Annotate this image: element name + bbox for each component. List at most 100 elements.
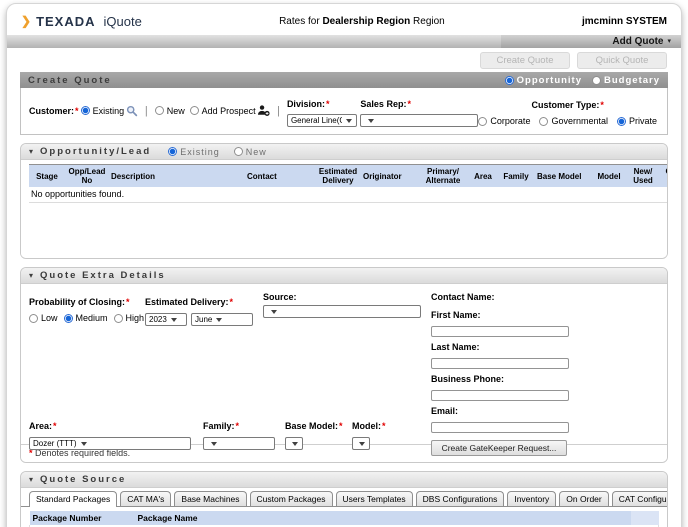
quote-source-header[interactable]: ▾ Quote Source <box>21 472 667 488</box>
tab-users-templates[interactable]: Users Templates <box>336 491 413 506</box>
logo-product: iQuote <box>104 14 142 29</box>
first-name-field[interactable] <box>431 326 569 337</box>
tab-base-machines[interactable]: Base Machines <box>174 491 246 506</box>
area-select[interactable]: Dozer (TTT) <box>29 437 191 450</box>
column-header: Area <box>469 165 497 188</box>
probability-medium-radio[interactable]: Medium <box>64 313 108 323</box>
division-select[interactable]: General Line(G) <box>287 114 357 127</box>
add-prospect-person-icon[interactable] <box>257 104 270 117</box>
family-select[interactable] <box>203 437 275 450</box>
last-name-label: Last Name: <box>431 342 581 352</box>
quote-source-title: Quote Source <box>40 474 126 485</box>
add-quote-menu[interactable]: Add Quote ▾ <box>501 35 681 48</box>
radio-label: Opportunity <box>517 75 582 86</box>
opportunity-new-radio[interactable]: New <box>234 147 267 157</box>
model-label: Model: <box>352 421 381 431</box>
create-gatekeeper-request-button[interactable]: Create GateKeeper Request... <box>431 440 567 456</box>
estimated-delivery-field: Estimated Delivery:* 2023 June <box>145 292 253 326</box>
chevron-down-icon <box>368 119 374 123</box>
delivery-year-value: 2023 <box>149 315 167 324</box>
tab-inventory[interactable]: Inventory <box>507 491 556 506</box>
column-header: Contact <box>245 165 315 188</box>
opportunity-radio[interactable]: Opportunity <box>505 75 582 86</box>
tab-standard-packages[interactable]: Standard Packages <box>29 491 117 507</box>
required-marker: * <box>126 297 130 307</box>
radio-label: High <box>126 313 145 323</box>
probability-field: Probability of Closing:* Low Medium H <box>29 292 144 323</box>
radio-icon <box>168 147 177 156</box>
probability-low-radio[interactable]: Low <box>29 313 58 323</box>
chevron-down-icon <box>346 119 352 123</box>
area-label: Area: <box>29 421 52 431</box>
delivery-year-select[interactable]: 2023 <box>145 313 187 326</box>
radio-icon <box>592 76 601 85</box>
quote-extra-details-header[interactable]: ▾ Quote Extra Details <box>21 268 667 284</box>
opportunity-existing-radio[interactable]: Existing <box>168 147 220 157</box>
customer-new-radio[interactable]: New <box>155 106 185 116</box>
sales-rep-label: Sales Rep: <box>360 99 406 109</box>
rates-for-region-text: Rates for Dealership Region Region <box>142 16 582 27</box>
chevron-down-icon <box>292 442 298 446</box>
business-phone-field[interactable] <box>431 390 569 401</box>
collapse-icon[interactable]: ▾ <box>29 476 33 484</box>
tab-on-order[interactable]: On Order <box>559 491 608 506</box>
last-name-field[interactable] <box>431 358 569 369</box>
customer-type-corporate-radio[interactable]: Corporate <box>478 116 530 126</box>
radio-label: New <box>167 106 185 116</box>
delivery-month-select[interactable]: June <box>191 313 253 326</box>
email-label: Email: <box>431 406 581 416</box>
collapse-icon[interactable]: ▾ <box>29 148 33 156</box>
sales-rep-select[interactable] <box>360 114 478 127</box>
opportunity-lead-section: ▾ Opportunity/Lead Existing New <box>20 143 668 259</box>
customer-existing-radio[interactable]: Existing <box>81 106 125 116</box>
radio-label: New <box>246 147 267 157</box>
radio-label: Low <box>41 313 58 323</box>
customer-type-private-radio[interactable]: Private <box>617 116 657 126</box>
base-model-select[interactable] <box>285 437 303 450</box>
quote-extra-details-section: ▾ Quote Extra Details Probability of Clo… <box>20 267 668 463</box>
family-field: Family:* <box>203 416 275 450</box>
radio-icon <box>64 314 73 323</box>
tab-custom-packages[interactable]: Custom Packages <box>250 491 333 506</box>
quick-quote-button[interactable]: Quick Quote <box>577 52 667 69</box>
radio-icon <box>505 76 514 85</box>
required-marker: * <box>382 421 386 431</box>
family-label: Family: <box>203 421 235 431</box>
column-header: Estimated Delivery <box>315 165 361 188</box>
email-field[interactable] <box>431 422 569 433</box>
tab-dbs-configurations[interactable]: DBS Configurations <box>416 491 505 506</box>
chevron-down-icon <box>271 310 277 314</box>
search-icon <box>126 105 138 117</box>
required-marker: * <box>53 421 57 431</box>
customer-type-governmental-radio[interactable]: Governmental <box>539 116 608 126</box>
customer-type-label: Customer Type: <box>532 100 600 110</box>
app-window: ❯ TEXADA iQuote Rates for Dealership Reg… <box>6 3 682 527</box>
required-marker: * <box>600 100 604 110</box>
radio-label: Add Prospect <box>202 106 256 116</box>
probability-high-radio[interactable]: High <box>114 313 145 323</box>
budgetary-radio[interactable]: Budgetary <box>592 75 660 86</box>
source-select[interactable] <box>263 305 421 318</box>
column-header: Primary/ Alternate <box>417 165 469 188</box>
chevron-down-icon: ▾ <box>667 38 671 45</box>
opportunity-lead-header[interactable]: ▾ Opportunity/Lead Existing New <box>21 144 667 160</box>
logged-in-user: jmcminn SYSTEM <box>582 16 667 27</box>
chevron-down-icon <box>359 442 365 446</box>
create-quote-button[interactable]: Create Quote <box>480 52 570 69</box>
radio-label: Private <box>629 116 657 126</box>
required-marker: * <box>230 297 234 307</box>
model-field: Model:* <box>352 416 386 450</box>
tab-cat-mas[interactable]: CAT MA's <box>120 491 171 506</box>
customer-label: Customer: <box>29 106 74 116</box>
base-model-field: Base Model:* <box>285 416 343 450</box>
delivery-month-value: June <box>195 315 212 324</box>
person-add-icon <box>257 104 270 117</box>
tab-cat-configurator[interactable]: CAT Configurator <box>612 491 668 506</box>
chevron-down-icon <box>81 442 87 446</box>
quote-extra-details-body: Probability of Closing:* Low Medium H <box>21 284 667 444</box>
add-prospect-radio[interactable]: Add Prospect <box>190 106 256 116</box>
model-select[interactable] <box>352 437 370 450</box>
add-quote-menu-label: Add Quote <box>612 36 663 47</box>
collapse-icon[interactable]: ▾ <box>29 272 33 280</box>
customer-search-icon[interactable] <box>126 105 138 117</box>
